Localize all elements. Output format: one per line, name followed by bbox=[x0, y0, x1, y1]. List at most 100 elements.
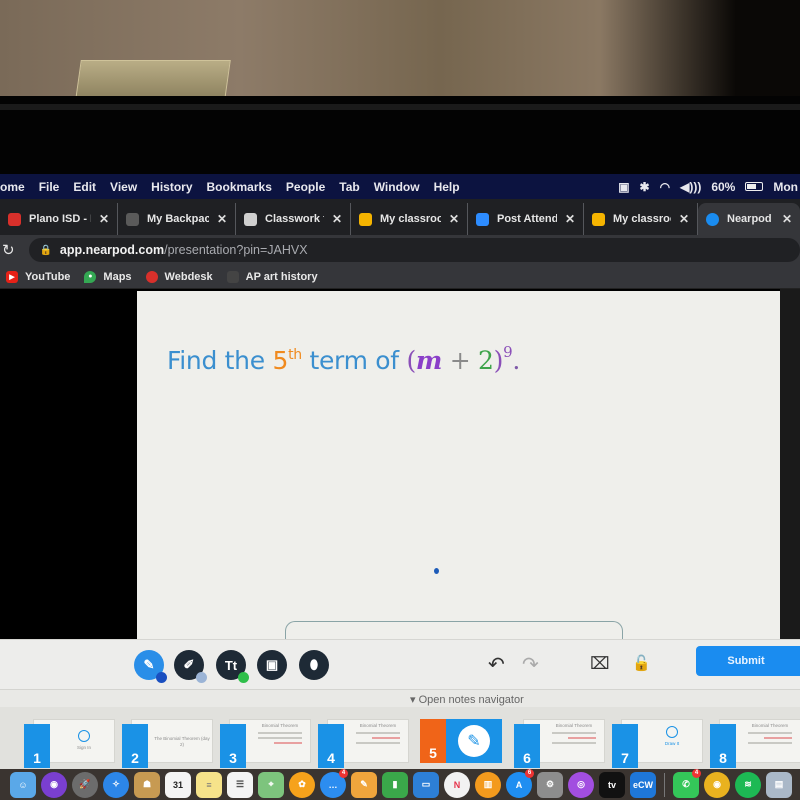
slide-thumbnail-2[interactable]: 2 The Binomial Theorem (day 2) bbox=[122, 719, 213, 768]
dock-photos-icon[interactable]: ✿ bbox=[289, 771, 315, 798]
dock-facetime-icon[interactable]: ✆ 4 bbox=[673, 768, 701, 798]
pencil-color-swatch[interactable] bbox=[156, 672, 167, 683]
bookmark-youtube[interactable]: ▶ YouTube bbox=[6, 270, 70, 283]
bookmarks-bar: ▶ YouTube ● Maps Webdesk AP art history bbox=[0, 265, 800, 289]
menu-tab[interactable]: Tab bbox=[339, 180, 359, 194]
finder-glyph: ☺ bbox=[18, 779, 28, 790]
tab-label: My classroon bbox=[380, 213, 441, 225]
tab-classwork[interactable]: Classwork fo ✕ bbox=[236, 203, 351, 235]
menu-history[interactable]: History bbox=[151, 180, 192, 194]
close-tab-icon[interactable]: ✕ bbox=[449, 212, 459, 226]
slides-favicon-icon bbox=[359, 212, 372, 226]
menu-people[interactable]: People bbox=[286, 180, 325, 194]
submit-button[interactable]: Submit bbox=[696, 646, 800, 676]
dock-maps-icon[interactable]: ⌖ bbox=[258, 771, 284, 798]
drawing-canvas[interactable]: Find the 5th term of (m + 2)9. bbox=[137, 291, 780, 651]
apple-tv-glyph: tv bbox=[607, 779, 616, 790]
menu-view[interactable]: View bbox=[110, 180, 137, 194]
dock-podcasts-icon[interactable]: ◎ bbox=[568, 771, 594, 798]
close-tab-icon[interactable]: ✕ bbox=[679, 212, 689, 226]
tab-post-attendee[interactable]: Post Attende ✕ bbox=[468, 203, 584, 235]
dock-ecw-icon[interactable]: eCW bbox=[630, 771, 656, 798]
dock-app-store-icon[interactable]: A6 bbox=[506, 768, 534, 798]
battery-icon[interactable] bbox=[745, 182, 764, 191]
bluetooth-icon[interactable]: ✱ bbox=[640, 180, 650, 194]
slide-thumbnail-8[interactable]: 8 Binomial Theorem bbox=[710, 719, 800, 768]
dock-siri-icon[interactable]: ◉ bbox=[41, 771, 67, 798]
dock-keynote-icon[interactable]: ▭ bbox=[413, 771, 439, 798]
dock-numbers-icon[interactable]: ▮ bbox=[382, 771, 408, 798]
dock-contacts-icon[interactable]: ☗ bbox=[134, 771, 160, 798]
image-tool-button[interactable]: ▣ bbox=[257, 650, 287, 680]
tab-my-classroom[interactable]: My classroon ✕ bbox=[351, 203, 468, 235]
slide-thumbnail-1[interactable]: 1 Sign In bbox=[24, 719, 115, 768]
highlighter-color-swatch[interactable] bbox=[196, 672, 207, 683]
pencil-tool-button[interactable]: ✎ bbox=[134, 650, 167, 683]
preview-glyph: ▤ bbox=[774, 779, 784, 789]
text-tool-button[interactable]: Tt bbox=[216, 650, 249, 683]
wifi-icon[interactable]: ◠ bbox=[660, 180, 670, 194]
close-tab-icon[interactable]: ✕ bbox=[217, 212, 227, 226]
bookmark-webdesk[interactable]: Webdesk bbox=[145, 270, 213, 283]
slide-thumbnail-4[interactable]: 4 Binomial Theorem bbox=[318, 719, 409, 768]
slide-thumbnail-5-current[interactable]: 5 ✎ bbox=[420, 719, 502, 763]
question-period: . bbox=[512, 346, 521, 375]
address-bar[interactable]: 🔒 app.nearpod.com /presentation?pin=JAHV… bbox=[29, 238, 800, 262]
close-tab-icon[interactable]: ✕ bbox=[565, 212, 575, 226]
dock-reminders-icon[interactable]: ☰ bbox=[227, 771, 253, 798]
zoom-icon[interactable]: ▣ bbox=[618, 180, 629, 194]
dock-preview-icon[interactable]: ▤ bbox=[766, 771, 792, 798]
dock-calendar-icon[interactable]: 31 bbox=[165, 771, 191, 798]
dock-safari-icon[interactable]: ✧ bbox=[103, 771, 129, 798]
slide-thumb-content: Binomial Theorem bbox=[742, 723, 798, 747]
dock-news-icon[interactable]: N bbox=[444, 771, 470, 798]
maps-pin-icon: ● bbox=[84, 270, 97, 283]
clear-canvas-icon[interactable]: ⌧ bbox=[590, 654, 610, 674]
slide-thumb-content: Binomial Theorem bbox=[252, 723, 308, 747]
menu-app-name[interactable]: ome bbox=[0, 180, 25, 194]
dock-messages-icon[interactable]: … 4 bbox=[320, 768, 348, 798]
dock-launchpad-icon[interactable]: 🚀 bbox=[72, 771, 98, 798]
tab-label: Classwork fo bbox=[265, 213, 324, 225]
tab-my-classroom-2[interactable]: My classroon ✕ bbox=[584, 203, 698, 235]
menu-window[interactable]: Window bbox=[374, 180, 420, 194]
close-tab-icon[interactable]: ✕ bbox=[99, 212, 109, 226]
slide-thumbnail-7[interactable]: 7 Draw It bbox=[612, 719, 703, 768]
menu-bookmarks[interactable]: Bookmarks bbox=[207, 180, 272, 194]
tab-nearpod[interactable]: Nearpod - Pr ✕ bbox=[698, 203, 800, 235]
bookmark-maps[interactable]: ● Maps bbox=[84, 270, 132, 283]
chrome-glyph: ◉ bbox=[713, 779, 721, 789]
highlighter-tool-button[interactable]: ✐ bbox=[174, 650, 207, 683]
dock-finder-icon[interactable]: ☺ bbox=[10, 771, 36, 798]
dock-system-preferences-icon[interactable]: ⚙ bbox=[537, 771, 563, 798]
highlighter-icon: ✐ bbox=[183, 657, 195, 672]
undo-icon[interactable]: ↶ bbox=[488, 652, 505, 677]
tab-plano-isd[interactable]: Plano ISD - M ✕ bbox=[0, 203, 118, 235]
tab-my-backpack[interactable]: My Backpack ✕ bbox=[118, 203, 236, 235]
tab-label: My Backpack bbox=[147, 213, 209, 225]
menu-help[interactable]: Help bbox=[434, 180, 460, 194]
dock-notes-icon[interactable]: ≡ bbox=[196, 771, 222, 798]
volume-icon[interactable]: ◀))) bbox=[680, 180, 701, 194]
reload-icon[interactable]: ↻ bbox=[2, 241, 23, 259]
dock-chrome-icon[interactable]: ◉ bbox=[704, 771, 730, 798]
close-tab-icon[interactable]: ✕ bbox=[332, 212, 342, 226]
dock-spotify-icon[interactable]: ≋ bbox=[735, 771, 761, 798]
slide-thumb-content: The Binomial Theorem (day 2) bbox=[154, 736, 210, 748]
menu-file[interactable]: File bbox=[39, 180, 60, 194]
close-tab-icon[interactable]: ✕ bbox=[782, 212, 792, 226]
dock-apple-tv-icon[interactable]: tv bbox=[599, 771, 625, 798]
slide-thumbnail-6[interactable]: 6 Binomial Theorem bbox=[514, 719, 605, 768]
bookmark-ap-art-history[interactable]: AP art history bbox=[226, 270, 318, 283]
clock[interactable]: Mon bbox=[773, 180, 798, 194]
dock-pages-icon[interactable]: ✎ bbox=[351, 771, 377, 798]
text-color-swatch[interactable] bbox=[238, 672, 249, 683]
open-notes-navigator-toggle[interactable]: ▾ Open notes navigator bbox=[410, 693, 524, 706]
question-text: Find the 5th term of (m + 2)9. bbox=[167, 343, 520, 375]
unlock-icon[interactable]: 🔓 bbox=[632, 654, 651, 672]
redo-icon[interactable]: ↷ bbox=[522, 652, 539, 677]
slide-thumbnail-3[interactable]: 3 Binomial Theorem bbox=[220, 719, 311, 768]
dock-books-icon[interactable]: ▥ bbox=[475, 771, 501, 798]
eraser-tool-button[interactable]: ⬮ bbox=[299, 650, 329, 680]
menu-edit[interactable]: Edit bbox=[73, 180, 96, 194]
